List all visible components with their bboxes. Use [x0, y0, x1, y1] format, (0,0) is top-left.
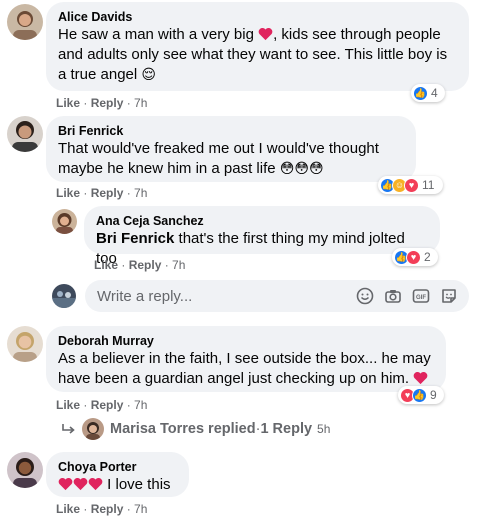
comment-text: As a believer in the faith, I see outsid…: [58, 350, 431, 387]
reaction-summary[interactable]: 👍 ☺ ♥ 11: [378, 176, 443, 194]
like-icon: 👍: [412, 387, 427, 403]
heart-icon: [258, 27, 273, 41]
relieved-emoji: 😌: [141, 67, 157, 83]
heart-icon: ♥: [404, 177, 419, 193]
heart-icon: [413, 371, 428, 385]
comment-actions: Like · Reply · 7h: [56, 96, 148, 110]
heart-icon: ♥: [406, 249, 421, 265]
comment-text: He saw a man with a very big , kids see …: [58, 26, 448, 83]
timestamp[interactable]: 7h: [134, 398, 147, 412]
comment-bubble: Choya Porter I love this: [46, 452, 189, 497]
reply-link[interactable]: Reply: [91, 96, 124, 110]
comment-text: I love this: [58, 475, 177, 495]
heart-icon: [88, 477, 103, 491]
svg-text:GIF: GIF: [416, 295, 426, 301]
timestamp[interactable]: 7h: [134, 186, 147, 200]
smiley-icon[interactable]: [355, 286, 375, 306]
comment-author[interactable]: Choya Porter: [58, 459, 177, 475]
timestamp[interactable]: 7h: [134, 502, 147, 516]
avatar: [82, 418, 104, 440]
like-link[interactable]: Like: [56, 502, 80, 516]
reply-link[interactable]: Reply: [129, 258, 162, 272]
avatar[interactable]: [7, 4, 43, 40]
reaction-summary[interactable]: 👍 ♥ 2: [392, 248, 438, 266]
like-link[interactable]: Like: [56, 186, 80, 200]
like-link[interactable]: Like: [56, 96, 80, 110]
mention-link[interactable]: Bri Fenrick: [96, 230, 174, 247]
comment-actions: Like · Reply · 7h: [94, 258, 186, 272]
gif-icon[interactable]: GIF: [411, 286, 431, 306]
camera-icon[interactable]: [383, 286, 403, 306]
like-link[interactable]: Like: [56, 398, 80, 412]
comment-author[interactable]: Bri Fenrick: [58, 123, 404, 139]
reply-arrow-icon: [62, 424, 75, 434]
reply-link[interactable]: Reply: [91, 502, 124, 516]
reply-composer: GIF: [85, 280, 469, 312]
timestamp[interactable]: 7h: [172, 258, 185, 272]
timestamp[interactable]: 7h: [134, 96, 147, 110]
comment-text: That would've freaked me out I would've …: [58, 140, 379, 177]
avatar[interactable]: [7, 326, 43, 362]
current-user-avatar: [52, 284, 76, 308]
comment-author[interactable]: Alice Davids: [58, 9, 457, 25]
reply-input[interactable]: [95, 286, 347, 306]
avatar[interactable]: [7, 452, 43, 488]
like-link[interactable]: Like: [94, 258, 118, 272]
comment-actions: Like · Reply · 7h: [56, 502, 148, 516]
reaction-summary[interactable]: 👍 4: [411, 84, 445, 102]
view-replies-link[interactable]: Marisa Torres replied · 1 Reply 5h: [62, 418, 330, 440]
heart-icon: [73, 477, 88, 491]
reply-link[interactable]: Reply: [91, 398, 124, 412]
comment-actions: Like · Reply · 7h: [56, 398, 148, 412]
sticker-icon[interactable]: [439, 286, 459, 306]
reply-count: 1 Reply: [260, 421, 313, 437]
reaction-summary[interactable]: ♥ 👍 9: [398, 386, 444, 404]
comment-actions: Like · Reply · 7h: [56, 186, 148, 200]
timestamp: 5h: [317, 422, 331, 436]
comment-bubble: Deborah Murray As a believer in the fait…: [46, 326, 446, 392]
comment-bubble: Bri Fenrick That would've freaked me out…: [46, 116, 416, 182]
like-icon: 👍: [413, 85, 428, 101]
replied-text: Marisa Torres replied: [110, 421, 256, 437]
comment-author[interactable]: Deborah Murray: [58, 333, 434, 349]
reply-link[interactable]: Reply: [91, 186, 124, 200]
comment-bubble: Alice Davids He saw a man with a very bi…: [46, 2, 469, 91]
avatar[interactable]: [7, 116, 43, 152]
avatar[interactable]: [52, 209, 77, 234]
comment-author[interactable]: Ana Ceja Sanchez: [96, 213, 428, 229]
heart-icon: [58, 477, 73, 491]
flushed-emoji: 😳😳😳: [279, 161, 324, 177]
comment-bubble: Ana Ceja Sanchez Bri Fenrick that's the …: [84, 206, 440, 267]
